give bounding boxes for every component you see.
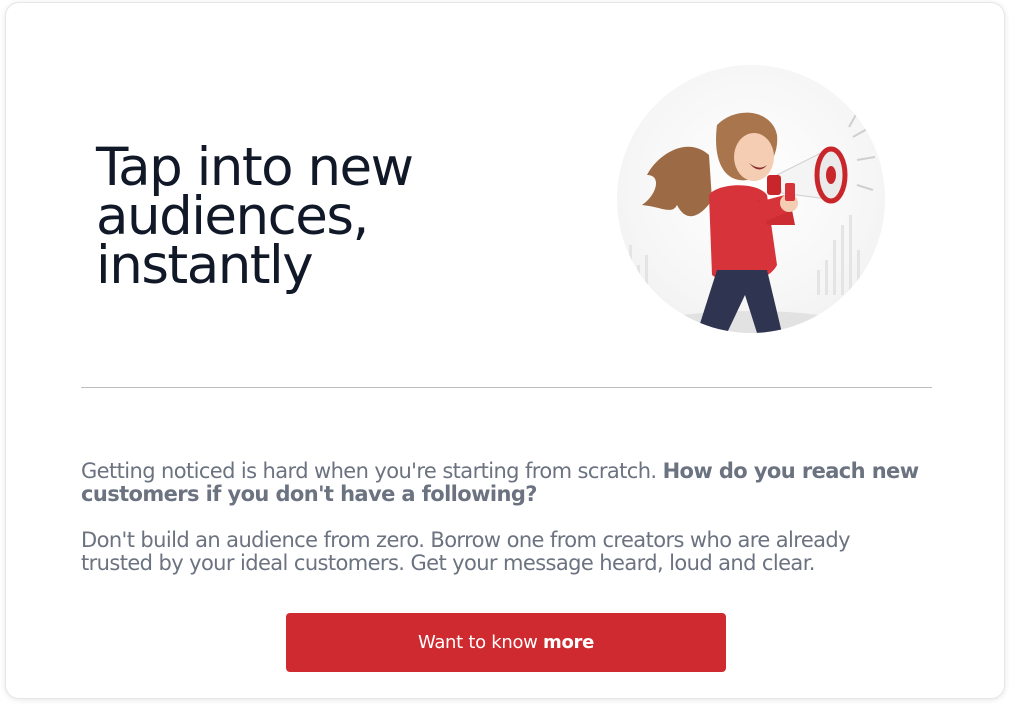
headline-line-3: instantly — [96, 235, 314, 296]
promo-card: Tap into new audiences, instantly Gettin… — [5, 2, 1005, 699]
headline-line-1: Tap into new — [96, 137, 414, 198]
cta-label-regular: Want to know — [417, 632, 544, 653]
headline-line-2: audiences, — [96, 186, 369, 247]
page-title: Tap into new audiences, instantly — [96, 137, 516, 296]
intro-paragraph: Getting noticed is hard when you're star… — [81, 460, 921, 506]
megaphone-woman-illustration — [617, 65, 885, 333]
intro-text: Getting noticed is hard when you're star… — [81, 459, 663, 483]
cta-label-bold: more — [543, 632, 595, 653]
section-divider — [81, 387, 932, 388]
want-to-know-more-button[interactable]: Want to know more — [286, 613, 726, 672]
description-paragraph: Don't build an audience from zero. Borro… — [81, 528, 851, 575]
